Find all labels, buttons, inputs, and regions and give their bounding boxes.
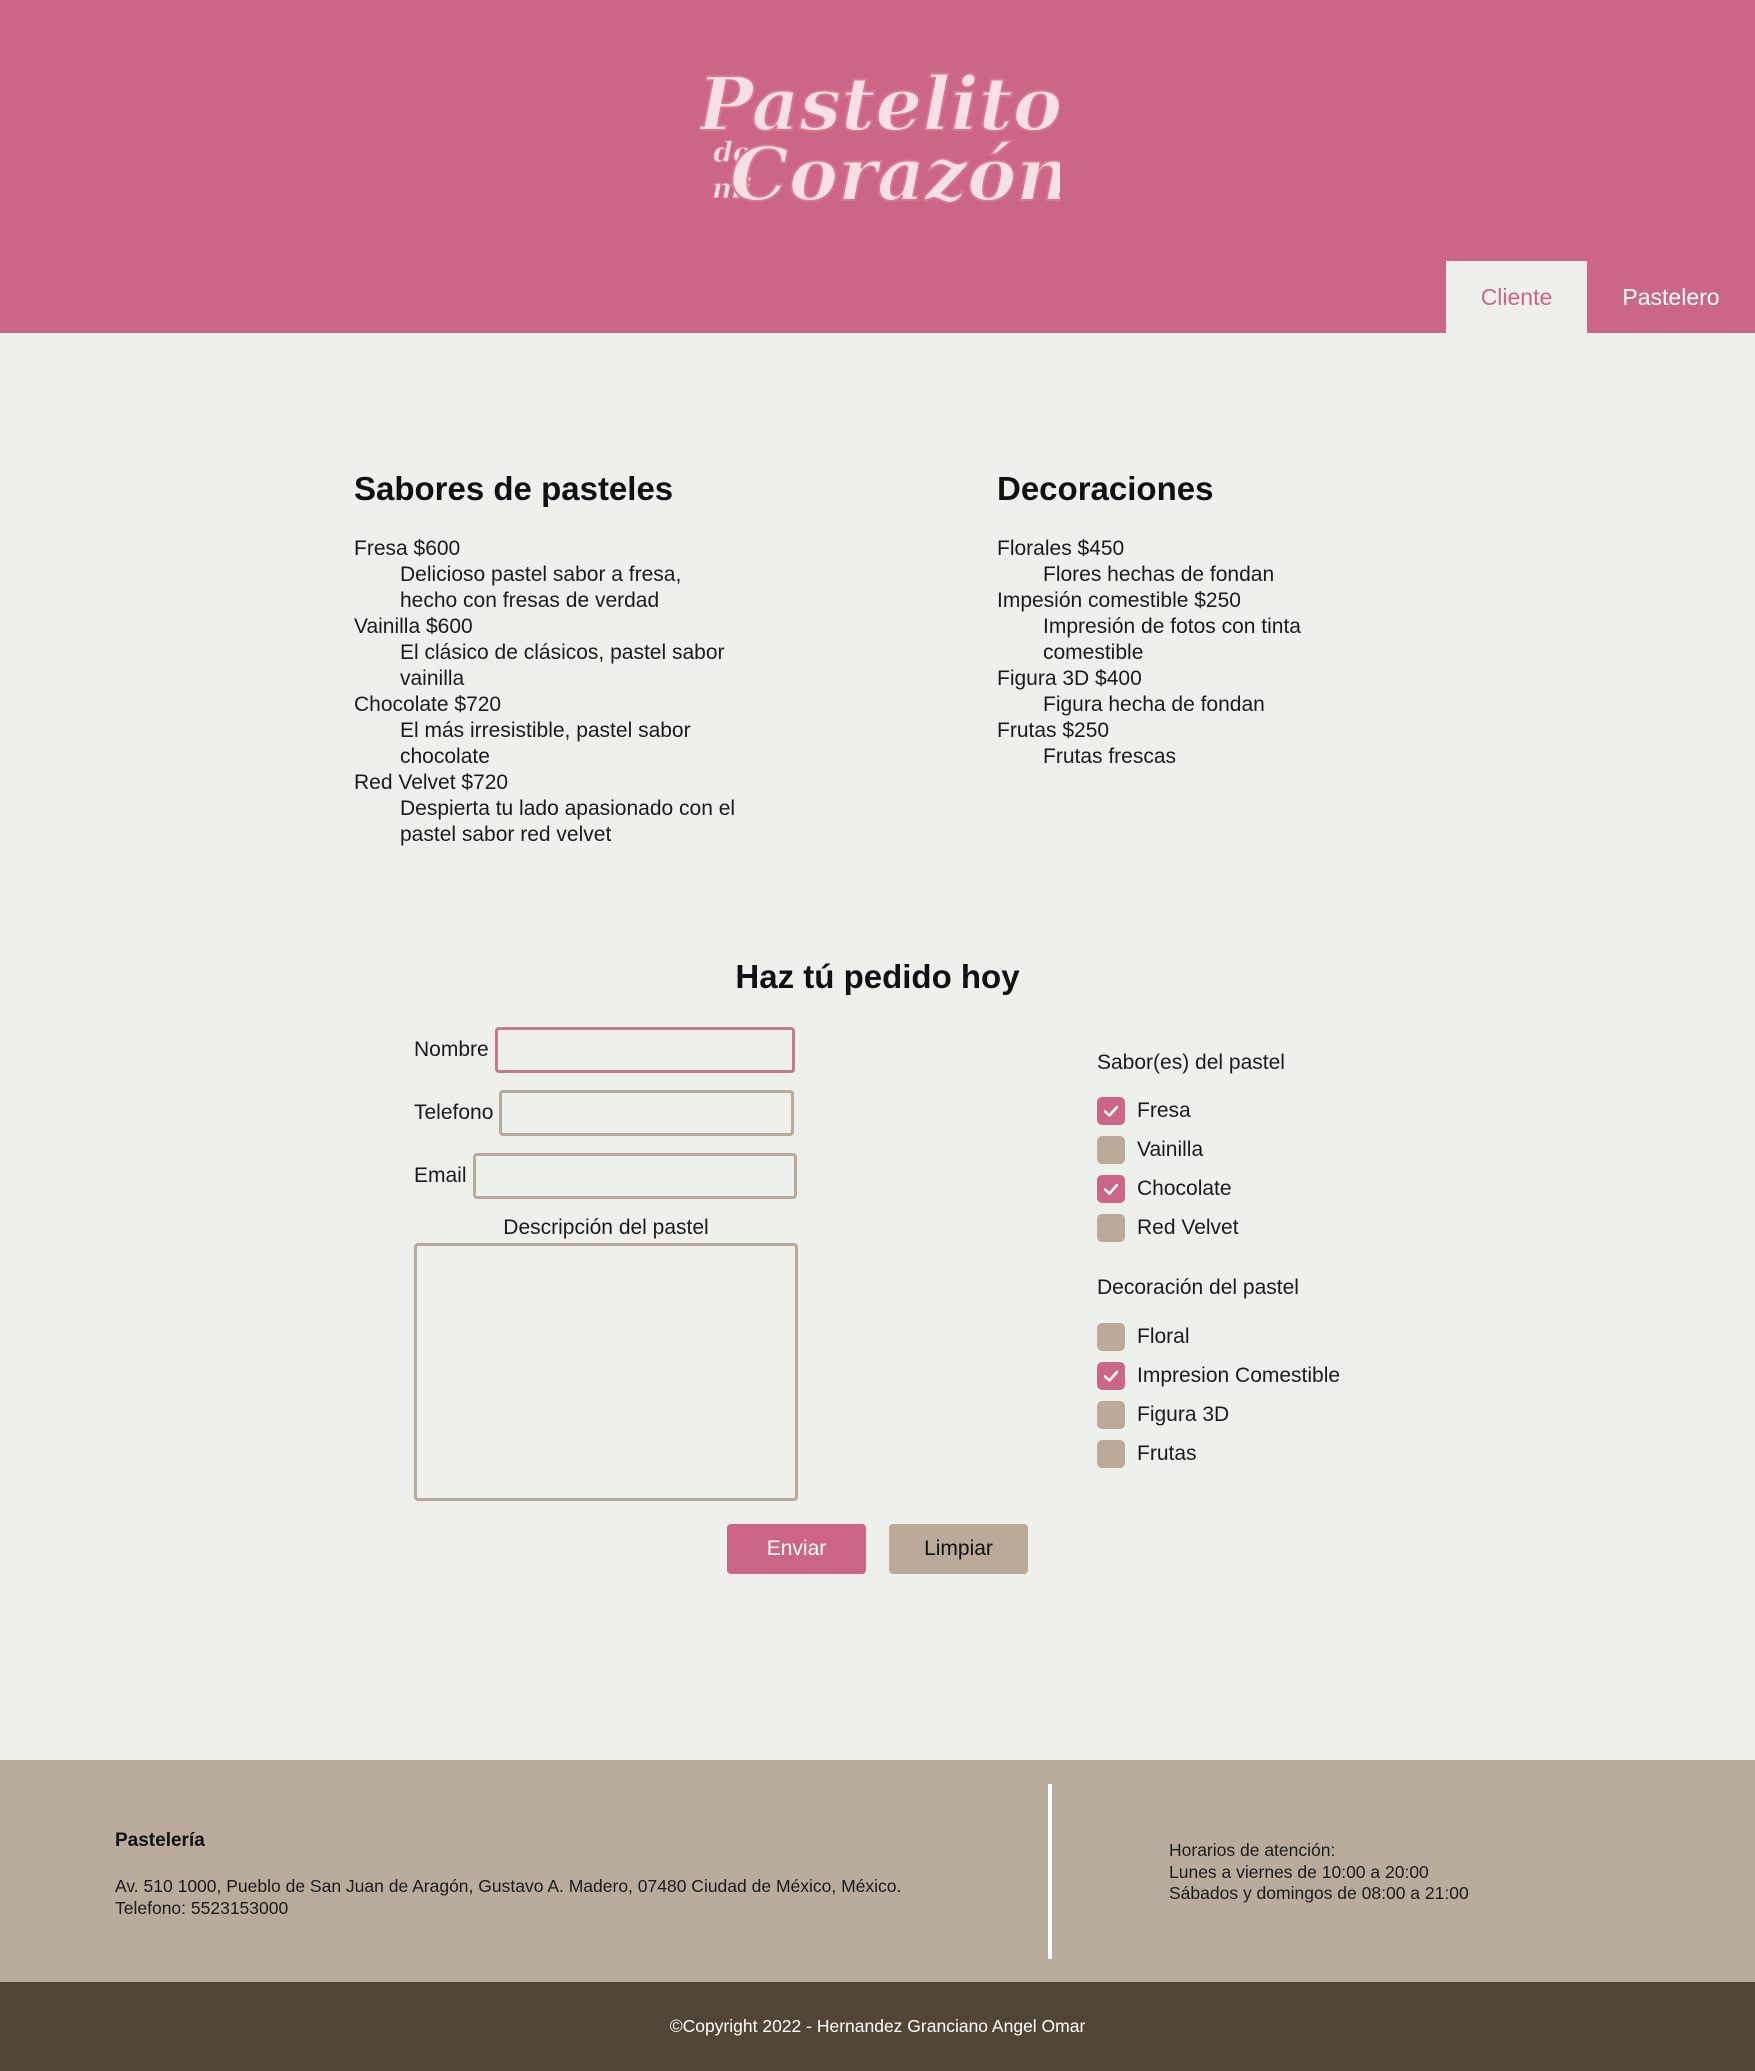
footer-address: Av. 510 1000, Pueblo de San Juan de Arag… — [115, 1876, 902, 1918]
decoration-item: Impesión comestible $250 Impresión de fo… — [997, 588, 1437, 666]
checkbox-label: Figura 3D — [1137, 1403, 1230, 1426]
nav-tab-pastelero[interactable]: Pastelero — [1587, 261, 1755, 333]
checkbox-impresion-comestible[interactable]: Impresion Comestible — [1097, 1361, 1340, 1391]
decoration-desc: Figura hecha de fondan — [1043, 693, 1265, 716]
decoration-name: Impesión comestible $250 — [997, 589, 1241, 612]
check-icon — [1103, 1183, 1119, 1195]
opening-hours: Horarios de atención: Lunes a viernes de… — [1169, 1840, 1469, 1905]
checkbox-label: Chocolate — [1137, 1177, 1232, 1200]
footer-title: Pastelería — [115, 1830, 205, 1851]
checkbox-box[interactable] — [1097, 1362, 1125, 1390]
flavor-name: Red Velvet $720 — [354, 771, 509, 794]
decoration-name: Florales $450 — [997, 537, 1125, 560]
checkbox-label: Red Velvet — [1137, 1216, 1239, 1239]
checkbox-box[interactable] — [1097, 1136, 1125, 1164]
checkbox-label: Frutas — [1137, 1442, 1197, 1465]
flavor-item: Chocolate $720 El más irresistible, past… — [354, 692, 794, 770]
copyright-bar: ©Copyright 2022 - Hernandez Granciano An… — [0, 1982, 1755, 2071]
email-input[interactable] — [472, 1153, 797, 1199]
checkbox-box[interactable] — [1097, 1440, 1125, 1468]
checkbox-vainilla[interactable]: Vainilla — [1097, 1135, 1203, 1165]
checkbox-floral[interactable]: Floral — [1097, 1322, 1190, 1352]
checkbox-label: Fresa — [1137, 1099, 1191, 1122]
flavor-name: Chocolate $720 — [354, 693, 502, 716]
checkbox-box[interactable] — [1097, 1323, 1125, 1351]
flavor-desc: El más irresistible, pastel sabor — [400, 719, 691, 742]
flavor-desc: Delicioso pastel sabor a fresa, — [400, 563, 682, 586]
decoration-desc: Frutas frescas — [1043, 745, 1177, 768]
flavor-item: Red Velvet $720 Despierta tu lado apasio… — [354, 770, 794, 848]
flavor-item: Vainilla $600 El clásico de clásicos, pa… — [354, 614, 794, 692]
checkbox-box[interactable] — [1097, 1401, 1125, 1429]
flavor-desc: El clásico de clásicos, pastel sabor — [400, 641, 725, 664]
checkbox-chocolate[interactable]: Chocolate — [1097, 1174, 1232, 1204]
phone-label: Telefono — [414, 1101, 494, 1124]
logo-line2: Corazón — [730, 132, 1060, 218]
name-row: Nombre — [414, 1027, 795, 1073]
flavor-desc: chocolate — [400, 745, 490, 768]
footer-divider — [1048, 1784, 1052, 1959]
description-textarea[interactable] — [414, 1243, 798, 1501]
hours-line: Horarios de atención: — [1169, 1840, 1336, 1860]
decor-group-title: Decoración del pastel — [1097, 1276, 1299, 1299]
site-logo[interactable]: Pastelito de mi Corazón — [700, 40, 1060, 220]
name-label: Nombre — [414, 1038, 489, 1061]
decorations-title: Decoraciones — [997, 470, 1214, 507]
flavors-section: Sabores de pasteles Fresa $600 Delicioso… — [354, 470, 794, 848]
nav-tab-cliente[interactable]: Cliente — [1446, 261, 1587, 333]
decoration-item: Florales $450 Flores hechas de fondan — [997, 536, 1437, 588]
phone-row: Telefono — [414, 1090, 795, 1136]
decoration-desc: comestible — [1043, 641, 1144, 664]
flavor-desc: pastel sabor red velvet — [400, 823, 612, 846]
checkbox-red-velvet[interactable]: Red Velvet — [1097, 1213, 1239, 1243]
check-icon — [1103, 1105, 1119, 1117]
copyright-text: ©Copyright 2022 - Hernandez Granciano An… — [669, 2016, 1086, 2036]
checkbox-box[interactable] — [1097, 1214, 1125, 1242]
clear-button[interactable]: Limpiar — [889, 1524, 1028, 1574]
site-header: Pastelito de mi Corazón Cliente Pasteler… — [0, 0, 1755, 333]
site-footer: Pastelería Av. 510 1000, Pueblo de San J… — [0, 1760, 1755, 1982]
checkbox-label: Vainilla — [1137, 1138, 1204, 1161]
decoration-name: Frutas $250 — [997, 719, 1110, 742]
send-button[interactable]: Enviar — [727, 1524, 866, 1574]
description-label: Descripción del pastel — [503, 1216, 709, 1239]
hours-line: Sábados y domingos de 08:00 a 21:00 — [1169, 1883, 1469, 1903]
decorations-section: Decoraciones Florales $450 Flores hechas… — [997, 470, 1437, 770]
decoration-item: Figura 3D $400 Figura hecha de fondan — [997, 666, 1437, 718]
check-icon — [1103, 1370, 1119, 1382]
email-label: Email — [414, 1164, 467, 1187]
phone-input[interactable] — [499, 1090, 795, 1136]
flavor-desc: vainilla — [400, 667, 465, 690]
checkbox-frutas[interactable]: Frutas — [1097, 1439, 1197, 1469]
checkbox-box[interactable] — [1097, 1097, 1125, 1125]
checkbox-box[interactable] — [1097, 1175, 1125, 1203]
decoration-desc: Flores hechas de fondan — [1043, 563, 1275, 586]
checkbox-fresa[interactable]: Fresa — [1097, 1096, 1191, 1126]
decoration-item: Frutas $250 Frutas frescas — [997, 718, 1437, 770]
decoration-name: Figura 3D $400 — [997, 667, 1142, 690]
decoration-desc: Impresión de fotos con tinta — [1043, 615, 1301, 638]
flavor-desc: hecho con fresas de verdad — [400, 589, 660, 612]
flavor-desc: Despierta tu lado apasionado con el — [400, 797, 736, 820]
checkbox-figura-3d[interactable]: Figura 3D — [1097, 1400, 1229, 1430]
flavor-group-title: Sabor(es) del pastel — [1097, 1051, 1285, 1074]
flavor-name: Vainilla $600 — [354, 615, 473, 638]
name-input[interactable] — [494, 1027, 795, 1073]
order-title: Haz tú pedido hoy — [735, 958, 1020, 995]
flavor-item: Fresa $600 Delicioso pastel sabor a fres… — [354, 536, 794, 614]
email-row: Email — [414, 1153, 797, 1199]
checkbox-label: Impresion Comestible — [1137, 1364, 1341, 1387]
checkbox-label: Floral — [1137, 1325, 1190, 1348]
flavors-title: Sabores de pasteles — [354, 470, 674, 507]
flavor-name: Fresa $600 — [354, 537, 461, 560]
hours-line: Lunes a viernes de 10:00 a 20:00 — [1169, 1861, 1429, 1882]
main-nav: Cliente Pastelero — [1446, 261, 1755, 333]
